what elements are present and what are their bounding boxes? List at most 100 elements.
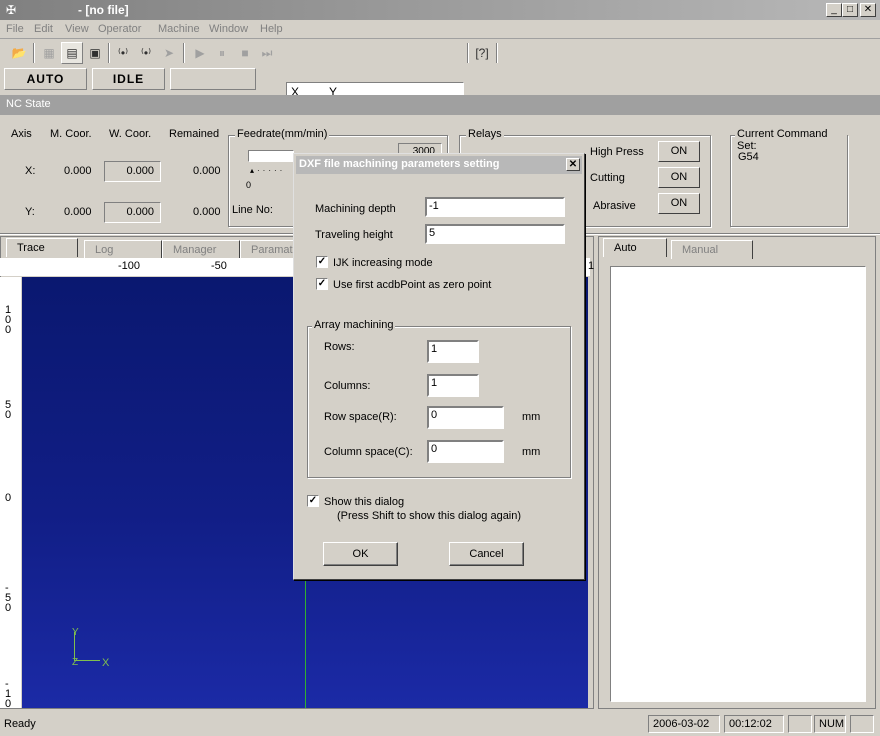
stop-icon[interactable]: ■ <box>234 42 256 64</box>
status-ready: Ready <box>4 718 36 730</box>
relay-high-press-label: High Press <box>590 146 644 158</box>
axis-x-label: X: <box>25 165 36 177</box>
menu-bar: File Edit View Operator Machine Window H… <box>0 20 880 39</box>
traveling-height-input[interactable]: 5 <box>425 224 565 244</box>
tab-auto[interactable]: Auto <box>603 238 667 257</box>
first-point-label: Use first acdbPoint as zero point <box>333 279 492 291</box>
ruler-label: 0 <box>5 492 12 504</box>
rows-input[interactable]: 1 <box>427 340 479 363</box>
machining-depth-input[interactable]: -1 <box>425 197 565 217</box>
dialog-title-bar: DXF file machining parameters setting ✕ <box>296 156 582 174</box>
show-dialog-label: Show this dialog <box>324 496 405 508</box>
show-dialog-hint: (Press Shift to show this dialog again) <box>337 510 522 522</box>
row-space-unit: mm <box>522 411 541 423</box>
mode-indicator: AUTO <box>4 68 87 90</box>
tab-manual[interactable]: Manual <box>671 240 753 259</box>
axis-y-letter: Y <box>72 627 79 638</box>
rows-label: Rows: <box>324 341 355 353</box>
columns-label: Columns: <box>324 380 371 392</box>
command-set-label: Current Command Set: <box>735 128 847 152</box>
first-point-checkbox[interactable]: ✓ <box>316 278 328 290</box>
toolbar-separator <box>183 43 185 63</box>
status-empty <box>788 715 812 733</box>
feedrate-label: Feedrate(mm/min) <box>235 128 330 140</box>
axis-y-label: Y: <box>25 206 35 218</box>
column-space-label: Column space(C): <box>324 446 413 458</box>
status-empty <box>850 715 874 733</box>
command-set-group: Current Command Set: <box>730 128 848 227</box>
pause-icon[interactable]: ⏸ <box>211 42 233 64</box>
cancel-button[interactable]: Cancel <box>449 542 524 566</box>
dialog-close-button[interactable]: ✕ <box>566 158 580 171</box>
ruler-label: 1 <box>588 260 595 272</box>
toolbar-separator <box>33 43 35 63</box>
program-text-area[interactable] <box>610 266 866 702</box>
minimize-button[interactable]: _ <box>826 3 842 17</box>
row-space-label: Row space(R): <box>324 411 397 423</box>
toolbar: 📂 ▦ ▤ ▣ ⁽•⁾ ⁽•⁾ ➤ ▶ ⏸ ■ ⏭ X Y [?] <box>0 40 880 103</box>
nc-state-title: NC State <box>6 98 51 110</box>
help-icon[interactable]: [?] <box>471 42 493 64</box>
relay-cutting-label: Cutting <box>590 172 625 184</box>
ijk-mode-checkbox[interactable]: ✓ <box>316 256 328 268</box>
x-remained: 0.000 <box>193 165 221 177</box>
column-space-input[interactable]: 0 <box>427 440 504 463</box>
columns-input[interactable]: 1 <box>427 374 479 397</box>
tab-log[interactable]: Log <box>84 240 162 259</box>
ruler-label: -50 <box>211 260 227 272</box>
toolbar-separator <box>496 43 498 63</box>
ok-button[interactable]: OK <box>323 542 398 566</box>
title-bar: ✠ - [no file] _ □ ✕ <box>0 0 880 20</box>
list-view-icon[interactable]: ▤ <box>61 42 83 64</box>
row-space-input[interactable]: 0 <box>427 406 504 429</box>
relay-abrasive-button[interactable]: ON <box>658 193 700 214</box>
ruler-label: -100 <box>118 260 141 272</box>
feedrate-slider[interactable] <box>248 150 294 162</box>
menu-edit[interactable]: Edit <box>34 23 53 35</box>
menu-operator[interactable]: Operator <box>98 23 141 35</box>
status-num: NUM <box>814 715 846 733</box>
column-space-unit: mm <box>522 446 541 458</box>
ruler-label: - 1 0 <box>5 678 12 710</box>
menu-window[interactable]: Window <box>209 23 248 35</box>
status-date: 2006-03-02 <box>648 715 720 733</box>
axis-x-letter: X <box>102 657 110 669</box>
signal-icon[interactable]: ⁽•⁾ <box>112 42 134 64</box>
app-icon: ✠ <box>5 3 17 17</box>
menu-view[interactable]: View <box>65 23 89 35</box>
show-dialog-checkbox[interactable]: ✓ <box>307 495 319 507</box>
relay-cutting-button[interactable]: ON <box>658 167 700 188</box>
axis-z-letter: Z <box>72 657 79 668</box>
grid-icon[interactable]: ▦ <box>38 42 60 64</box>
tab-trace[interactable]: Trace <box>6 238 78 257</box>
step-icon[interactable]: ⏭ <box>256 42 278 64</box>
y-work-coord: 0.000 <box>104 202 161 223</box>
x-machine-coord: 0.000 <box>64 165 92 177</box>
nc-state-header: NC State <box>0 95 880 115</box>
play-icon[interactable]: ▶ <box>189 42 211 64</box>
slider-min-label: 0 <box>246 180 252 190</box>
relay-high-press-button[interactable]: ON <box>658 141 700 162</box>
menu-help[interactable]: Help <box>260 23 283 35</box>
line-no-label: Line No: <box>232 204 273 216</box>
y-remained: 0.000 <box>193 206 221 218</box>
signal-move-icon[interactable]: ⁽•⁾ <box>135 42 157 64</box>
slider-ticks: ▴····· <box>250 166 286 175</box>
open-folder-icon[interactable]: 📂 <box>8 42 30 64</box>
ruler-label: - 5 0 <box>5 582 12 614</box>
window-title: - [no file] <box>78 3 129 17</box>
ruler-left: 1 0 0 5 0 0 - 5 0 - 1 0 <box>0 277 21 710</box>
toolbar-separator <box>108 43 110 63</box>
window-view-icon[interactable]: ▣ <box>84 42 106 64</box>
toolbar-separator <box>467 43 469 63</box>
ruler-label: 1 0 0 <box>5 304 12 336</box>
close-button[interactable]: ✕ <box>860 3 876 17</box>
tab-paramat[interactable]: Paramat <box>240 240 296 259</box>
tab-manager[interactable]: Manager <box>162 240 240 259</box>
pointer-icon[interactable]: ➤ <box>158 42 180 64</box>
m-coor-header: M. Coor. <box>50 128 92 140</box>
menu-machine[interactable]: Machine <box>158 23 200 35</box>
maximize-button[interactable]: □ <box>842 3 858 17</box>
menu-file[interactable]: File <box>6 23 24 35</box>
state-indicator: IDLE <box>92 68 165 90</box>
